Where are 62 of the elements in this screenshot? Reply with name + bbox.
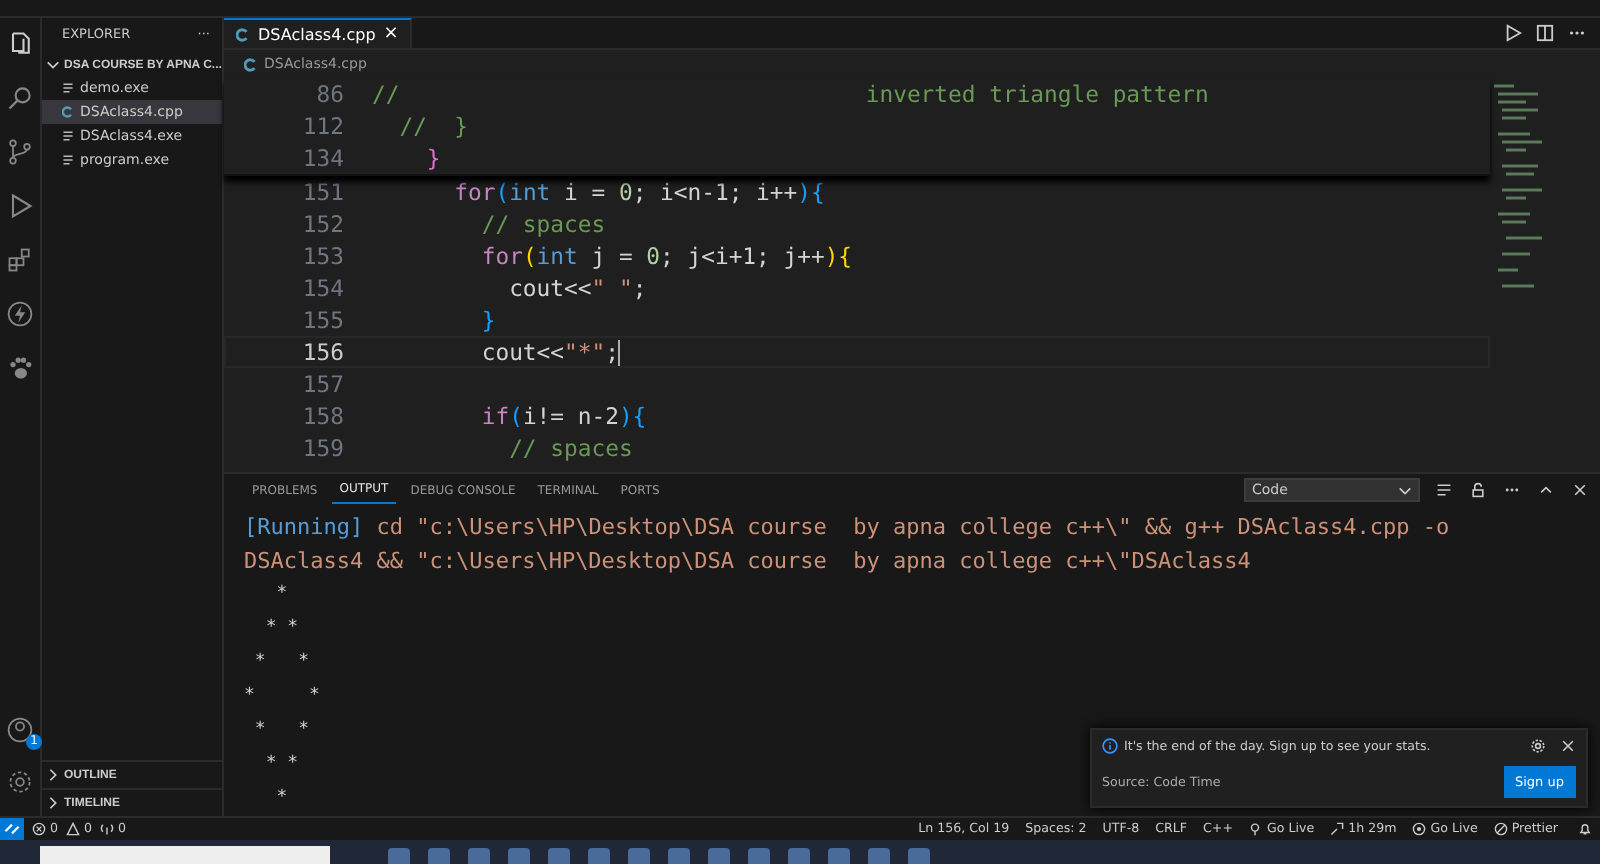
paw-icon[interactable] (6, 354, 34, 382)
taskbar-search-field[interactable] (40, 846, 330, 864)
account-icon[interactable] (6, 716, 34, 744)
cpp-file-icon (236, 27, 250, 41)
code-line: cout<<" "; (507, 274, 647, 302)
lock-icon[interactable] (1470, 482, 1486, 498)
prohibited-icon (1493, 822, 1508, 836)
line-number: 86 (314, 80, 346, 108)
lightning-icon[interactable] (6, 300, 34, 328)
code-line: cout<<"*"; (479, 337, 621, 367)
settings-icon[interactable] (6, 768, 34, 796)
code-line: // } (397, 112, 469, 140)
line-number: 158 (300, 402, 346, 430)
close-icon[interactable] (1572, 482, 1588, 498)
error-icon (32, 822, 46, 836)
list-filter-icon[interactable] (1436, 482, 1452, 498)
split-editor-icon[interactable] (1536, 24, 1554, 42)
line-number: 155 (300, 306, 346, 334)
code-line: } (479, 306, 496, 334)
settings-icon[interactable] (1530, 738, 1546, 754)
code-line: if(i!= n-2){ (479, 402, 647, 430)
extensions-icon[interactable] (6, 246, 34, 274)
cpp-file-icon (62, 106, 74, 118)
antenna-icon (100, 822, 115, 836)
line-number: 157 (300, 370, 346, 398)
code-line: for(int j = 0; j<i+1; j++){ (479, 242, 853, 270)
chevron-down-icon (1398, 483, 1412, 497)
code-line: // spaces (507, 434, 633, 462)
source-control-icon[interactable] (6, 138, 34, 166)
cpp-file-icon (244, 57, 258, 71)
line-number: 154 (300, 274, 346, 302)
close-tab-button[interactable]: × (383, 24, 399, 44)
output-line: * * * * * * * * * * * * (244, 582, 320, 812)
line-number: 152 (300, 210, 346, 238)
output-line: DSAclass4 && "c:\Users\HP\Desktop\DSA course by apna college c++\"DSAclass4 (244, 546, 1251, 578)
maximize-icon[interactable] (1538, 482, 1554, 498)
info-icon (1102, 738, 1118, 754)
circle-icon (1412, 822, 1427, 836)
close-icon[interactable] (1560, 738, 1576, 754)
line-number: 156 (300, 338, 346, 366)
files-icon[interactable] (6, 30, 34, 58)
file-lines-icon (62, 130, 74, 142)
output-line: [Running] cd "c:\Users\HP\Desktop\DSA course by apna college c++\" && g++ DSAclass4.cpp -o (244, 512, 1450, 544)
line-number: 153 (300, 242, 346, 270)
code-line: // inverted triangle pattern (372, 80, 1209, 108)
broadcast-icon (1248, 822, 1263, 836)
file-lines-icon (62, 154, 74, 166)
warning-icon (66, 822, 81, 836)
editor-tab[interactable]: DSAclass4.cpp × (224, 18, 413, 48)
file-lines-icon (62, 82, 74, 94)
run-debug-icon[interactable] (6, 192, 34, 220)
search-icon[interactable] (6, 84, 34, 112)
code-line: for(int i = 0; i<n-1; i++){ (452, 178, 825, 206)
run-icon[interactable] (1504, 24, 1522, 42)
line-number: 151 (300, 178, 346, 206)
bell-icon[interactable] (1578, 822, 1592, 836)
code-line: } (424, 144, 441, 172)
line-number: 112 (300, 112, 346, 140)
line-number: 159 (300, 434, 346, 462)
line-number: 134 (300, 144, 346, 172)
remote-icon[interactable] (0, 818, 24, 840)
code-line: // spaces (479, 210, 606, 238)
